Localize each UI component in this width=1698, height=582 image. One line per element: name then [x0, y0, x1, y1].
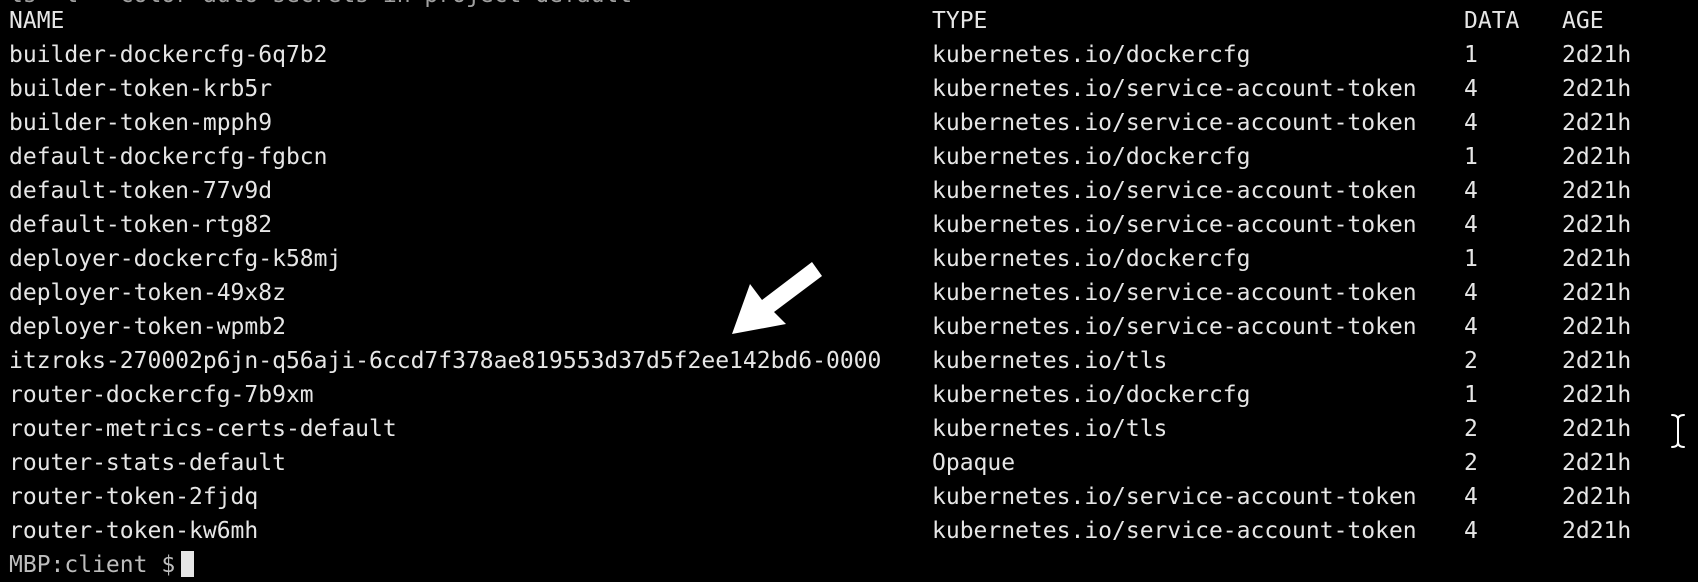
secret-name: deployer-token-49x8z	[9, 280, 286, 306]
secret-data-count: 4	[1464, 178, 1478, 204]
secret-age: 2d21h	[1562, 76, 1632, 102]
secret-name: builder-token-krb5r	[9, 76, 273, 102]
secret-data-count: 4	[1464, 484, 1478, 510]
secret-data-count: 4	[1464, 110, 1478, 136]
secret-age: 2d21h	[1562, 212, 1632, 238]
text-cursor	[181, 551, 195, 577]
terminal-window[interactable]: ls -l --color=auto secrets in project de…	[0, 0, 1698, 578]
secret-name: itzroks-270002p6jn-q56aji-6ccd7f378ae819…	[9, 348, 882, 374]
secret-data-count: 2	[1464, 450, 1478, 476]
secret-age: 2d21h	[1562, 178, 1632, 204]
secret-data-count: 1	[1464, 382, 1478, 408]
secret-age: 2d21h	[1562, 42, 1632, 68]
secret-type: kubernetes.io/service-account-token	[932, 110, 1417, 136]
secret-type: kubernetes.io/dockercfg	[932, 42, 1251, 68]
secret-type: kubernetes.io/tls	[932, 348, 1168, 374]
secret-data-count: 1	[1464, 246, 1478, 272]
secret-type: Opaque	[932, 450, 1016, 476]
secret-data-count: 4	[1464, 76, 1478, 102]
secret-type: kubernetes.io/service-account-token	[932, 280, 1417, 306]
secret-age: 2d21h	[1562, 246, 1632, 272]
secret-type: kubernetes.io/dockercfg	[932, 382, 1251, 408]
secret-name: default-dockercfg-fgbcn	[9, 144, 328, 170]
secret-name: router-metrics-certs-default	[9, 416, 397, 442]
header-name: NAME	[9, 8, 65, 34]
secret-type: kubernetes.io/service-account-token	[932, 178, 1417, 204]
partial-command-line: ls -l --color=auto secrets in project de…	[9, 0, 632, 12]
arrow-icon	[732, 262, 822, 334]
secret-name: default-token-77v9d	[9, 178, 273, 204]
secret-data-count: 1	[1464, 42, 1478, 68]
secret-type: kubernetes.io/service-account-token	[932, 212, 1417, 238]
secret-name: builder-dockercfg-6q7b2	[9, 42, 328, 68]
secret-type: kubernetes.io/dockercfg	[932, 144, 1251, 170]
ibeam-cursor-icon	[1671, 414, 1685, 448]
secret-age: 2d21h	[1562, 314, 1632, 340]
secret-name: deployer-dockercfg-k58mj	[9, 246, 342, 272]
secret-age: 2d21h	[1562, 450, 1632, 476]
secret-age: 2d21h	[1562, 416, 1632, 442]
secret-name: router-stats-default	[9, 450, 286, 476]
secret-data-count: 4	[1464, 518, 1478, 544]
secret-name: deployer-token-wpmb2	[9, 314, 286, 340]
secret-name: default-token-rtg82	[9, 212, 273, 238]
secret-type: kubernetes.io/service-account-token	[932, 484, 1417, 510]
secret-type: kubernetes.io/service-account-token	[932, 518, 1417, 544]
secret-type: kubernetes.io/dockercfg	[932, 246, 1251, 272]
secret-data-count: 4	[1464, 212, 1478, 238]
header-data: DATA	[1464, 8, 1520, 34]
secret-data-count: 2	[1464, 348, 1478, 374]
secret-type: kubernetes.io/service-account-token	[932, 314, 1417, 340]
secret-data-count: 2	[1464, 416, 1478, 442]
shell-prompt[interactable]: MBP:client $	[9, 548, 195, 582]
secret-age: 2d21h	[1562, 144, 1632, 170]
secret-name: router-token-2fjdq	[9, 484, 259, 510]
secret-age: 2d21h	[1562, 518, 1632, 544]
prompt-text: MBP:client $	[9, 552, 176, 578]
secret-data-count: 1	[1464, 144, 1478, 170]
secret-age: 2d21h	[1562, 382, 1632, 408]
secret-name: builder-token-mpph9	[9, 110, 273, 136]
secret-data-count: 4	[1464, 280, 1478, 306]
secret-age: 2d21h	[1562, 280, 1632, 306]
secret-age: 2d21h	[1562, 110, 1632, 136]
secret-name: router-token-kw6mh	[9, 518, 259, 544]
secret-data-count: 4	[1464, 314, 1478, 340]
header-age: AGE	[1562, 8, 1604, 34]
secret-type: kubernetes.io/tls	[932, 416, 1168, 442]
secret-age: 2d21h	[1562, 348, 1632, 374]
header-type: TYPE	[932, 8, 988, 34]
secret-age: 2d21h	[1562, 484, 1632, 510]
secret-type: kubernetes.io/service-account-token	[932, 76, 1417, 102]
secret-name: router-dockercfg-7b9xm	[9, 382, 314, 408]
